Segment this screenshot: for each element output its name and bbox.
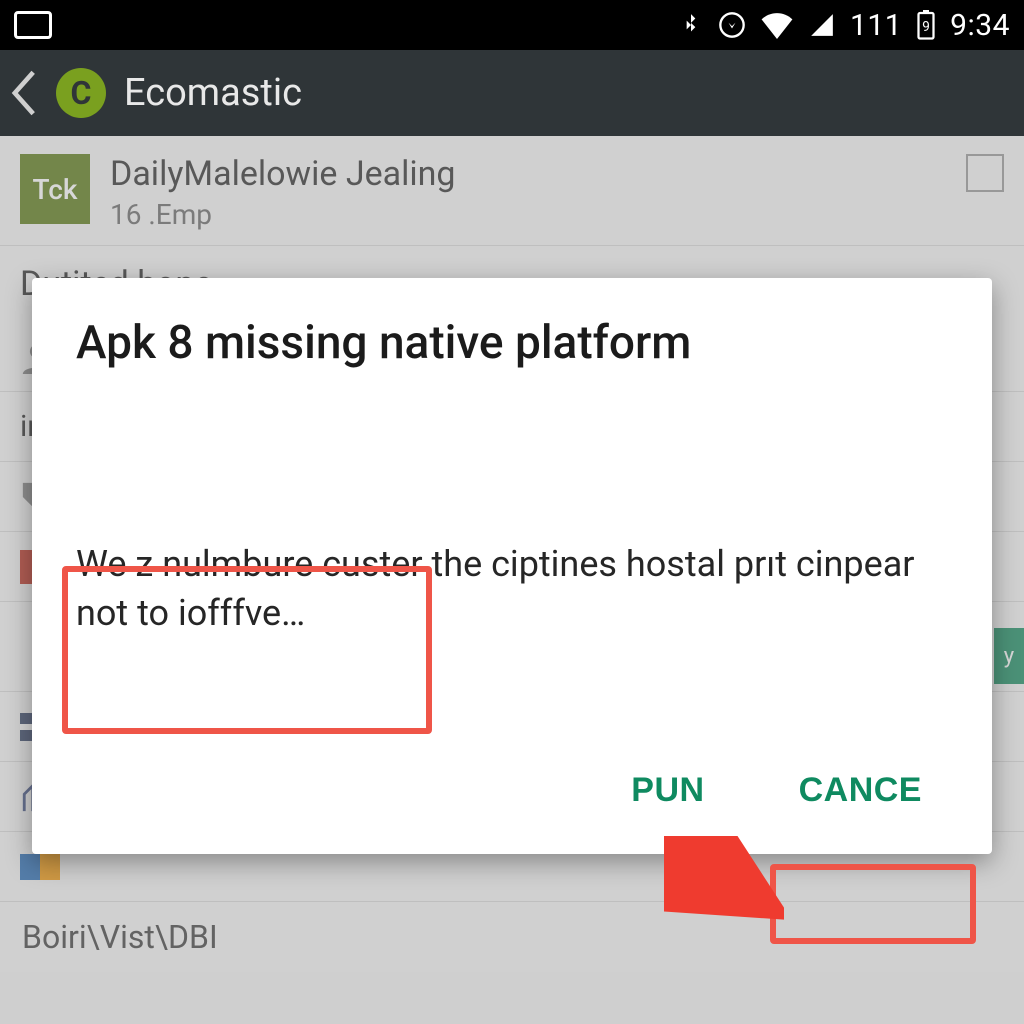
app-title: Ecomastic bbox=[124, 71, 302, 115]
avatar: Tck bbox=[20, 154, 90, 224]
list-item-label bbox=[20, 627, 28, 667]
dialog-body: We z nulmbure custer the ciptines hostal… bbox=[76, 540, 948, 637]
app-logo: C bbox=[56, 68, 106, 118]
run-button[interactable]: PUN bbox=[611, 757, 724, 824]
status-badge: 111 bbox=[850, 8, 902, 43]
list-item-subtitle: 16 .Emp bbox=[110, 198, 946, 231]
svg-text:9: 9 bbox=[922, 19, 930, 35]
app-icon bbox=[20, 854, 60, 880]
battery-icon: 9 bbox=[916, 10, 936, 40]
list-item[interactable]: Tck DailyMalelowie Jealing 16 .Emp bbox=[0, 136, 1024, 246]
app-bar: C Ecomastic bbox=[0, 50, 1024, 136]
recent-apps-icon[interactable] bbox=[14, 11, 52, 39]
status-right-cluster: 111 9 9:34 bbox=[678, 8, 1010, 43]
status-time: 9:34 bbox=[950, 8, 1010, 43]
alert-dialog: Apk 8 missing native platform We z nulmb… bbox=[32, 278, 992, 854]
float-badge[interactable]: y bbox=[994, 628, 1024, 684]
dialog-title: Apk 8 missing native platform bbox=[76, 316, 948, 370]
wifi-icon bbox=[760, 11, 794, 39]
path-label: Boiri\Vist\DBI bbox=[0, 902, 1024, 972]
dialog-actions: PUN CANCE bbox=[76, 757, 948, 824]
cancel-button[interactable]: CANCE bbox=[779, 757, 942, 824]
download-icon bbox=[718, 11, 746, 39]
cellular-signal-icon bbox=[808, 12, 836, 38]
tether-icon bbox=[678, 10, 704, 40]
status-bar: 111 9 9:34 bbox=[0, 0, 1024, 50]
checkbox[interactable] bbox=[966, 154, 1004, 192]
list-item-title: DailyMalelowie Jealing bbox=[110, 154, 946, 194]
back-icon[interactable] bbox=[10, 70, 38, 116]
